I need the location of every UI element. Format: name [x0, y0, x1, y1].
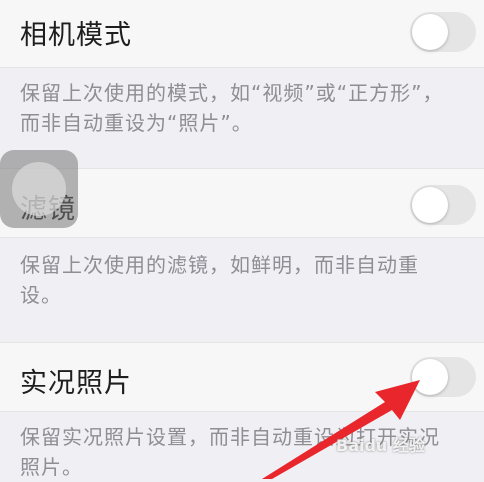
- annotation-arrow-icon: [262, 380, 420, 479]
- watermark-logo: Baidu 经验: [336, 436, 425, 455]
